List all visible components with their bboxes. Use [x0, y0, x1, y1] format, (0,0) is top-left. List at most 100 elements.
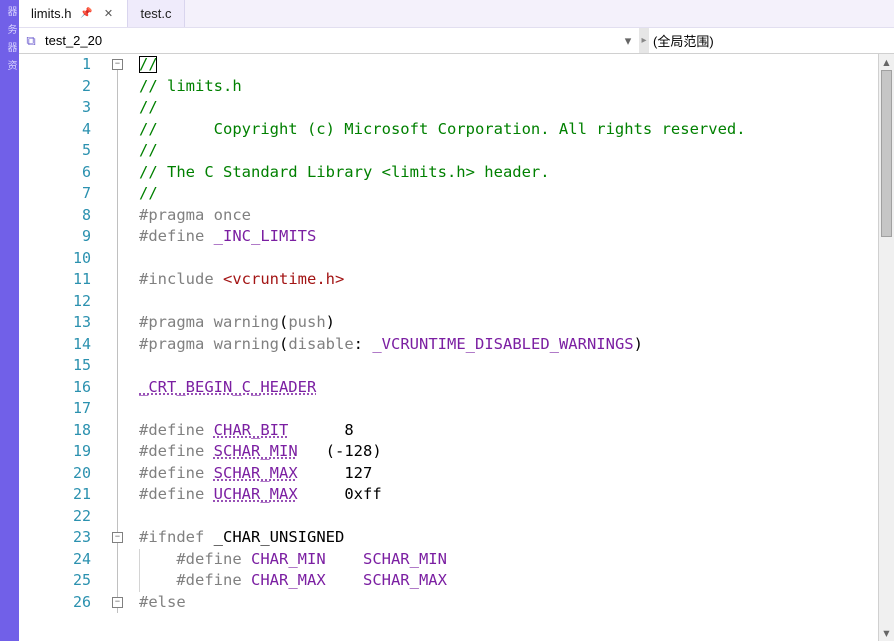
code-token: :	[354, 335, 373, 353]
line-number: 15	[19, 355, 91, 377]
scrollbar-track[interactable]	[879, 70, 894, 625]
nav-scope-left-wrap: ⧉ test_2_20 ▾	[19, 29, 639, 53]
code-token: CHAR_MIN	[251, 550, 326, 568]
vertical-scrollbar[interactable]: ▴ ▾	[878, 54, 894, 641]
code-line[interactable]: //	[139, 97, 878, 119]
line-number: 6	[19, 162, 91, 184]
rail-icon[interactable]: 器	[3, 4, 17, 18]
code-line[interactable]: #pragma warning(push)	[139, 312, 878, 334]
scrollbar-thumb[interactable]	[881, 70, 892, 237]
code-token: push	[288, 313, 325, 331]
code-token: // limits.h	[139, 77, 242, 95]
line-number: 4	[19, 119, 91, 141]
code-token	[204, 464, 213, 482]
text-cursor	[139, 56, 157, 73]
nav-separator[interactable]: ▸	[639, 28, 649, 53]
code-token: (-128)	[298, 442, 382, 460]
code-line[interactable]: #define CHAR_BIT 8	[139, 420, 878, 442]
code-token	[204, 335, 213, 353]
code-token: warning	[214, 313, 279, 331]
code-line[interactable]: //	[139, 183, 878, 205]
rail-icon[interactable]: 器	[3, 40, 17, 54]
line-number: 16	[19, 377, 91, 399]
fold-gutter: − − −	[109, 54, 139, 613]
code-token: )	[634, 335, 643, 353]
code-token: #else	[139, 593, 186, 611]
code-line[interactable]: // The C Standard Library <limits.h> hea…	[139, 162, 878, 184]
file-tab[interactable]: limits.h 📌 ✕	[19, 0, 128, 27]
code-token: UCHAR_MAX	[214, 485, 298, 503]
code-line[interactable]: // Copyright (c) Microsoft Corporation. …	[139, 119, 878, 141]
fold-toggle[interactable]: −	[112, 597, 123, 608]
code-table: 1234567891011121314151617181920212223242…	[19, 54, 878, 613]
scroll-down-icon[interactable]: ▾	[879, 625, 894, 641]
line-number: 22	[19, 506, 91, 528]
editor-body: 1234567891011121314151617181920212223242…	[19, 54, 878, 641]
tab-label: limits.h	[31, 6, 71, 21]
code-token: SCHAR_MAX	[214, 464, 298, 482]
rail-icon[interactable]: 资	[3, 58, 17, 72]
code-token	[214, 270, 223, 288]
code-line[interactable]	[139, 355, 878, 377]
code-token	[326, 550, 363, 568]
code-line[interactable]: #define _INC_LIMITS	[139, 226, 878, 248]
close-icon[interactable]: ✕	[101, 7, 115, 21]
code-line[interactable]	[139, 248, 878, 270]
code-token	[204, 485, 213, 503]
file-tab[interactable]: test.c	[128, 0, 184, 27]
app-root: 器 务 器 资 limits.h 📌 ✕ test.c ⧉ test_2_20 ▾ ▸…	[0, 0, 894, 641]
code-token: //	[139, 98, 158, 116]
pin-icon[interactable]: 📌	[79, 7, 93, 21]
code-line[interactable]: #pragma once	[139, 205, 878, 227]
nav-scope-right-label: (全局范围)	[653, 31, 714, 50]
code-token: _VCRUNTIME_DISABLED_WARNINGS	[372, 335, 633, 353]
code-token	[204, 227, 213, 245]
code-line[interactable]: //	[139, 54, 878, 76]
fold-toggle[interactable]: −	[112, 532, 123, 543]
line-number: 8	[19, 205, 91, 227]
indent-guide	[139, 549, 140, 592]
rail-icon[interactable]: 务	[3, 22, 17, 36]
code-line[interactable]: //	[139, 140, 878, 162]
code-line[interactable]	[139, 398, 878, 420]
code-token: disable	[288, 335, 353, 353]
line-number: 26	[19, 592, 91, 614]
code-token: _CRT_BEGIN_C_HEADER	[139, 378, 316, 396]
code-line[interactable]: // limits.h	[139, 76, 878, 98]
code-token	[204, 313, 213, 331]
line-number: 24	[19, 549, 91, 571]
code-line[interactable]	[139, 291, 878, 313]
code-line[interactable]: #define CHAR_MIN SCHAR_MIN	[139, 549, 878, 571]
code-token: CHAR_MAX	[251, 571, 326, 589]
type-icon: ⧉	[23, 33, 39, 49]
main-pane: limits.h 📌 ✕ test.c ⧉ test_2_20 ▾ ▸ (全局范围)	[19, 0, 894, 641]
code-token: //	[139, 141, 158, 159]
code-line[interactable]: #pragma warning(disable: _VCRUNTIME_DISA…	[139, 334, 878, 356]
line-number: 25	[19, 570, 91, 592]
code-line[interactable]: #else	[139, 592, 878, 614]
nav-scope-combo-right[interactable]: (全局范围)	[649, 29, 894, 53]
code-token: CHAR_BIT	[214, 421, 289, 439]
line-number: 3	[19, 97, 91, 119]
scroll-up-icon[interactable]: ▴	[879, 54, 894, 70]
nav-scope-combo-left[interactable]: ⧉ test_2_20 ▾	[19, 29, 639, 53]
code-line[interactable]: #define SCHAR_MAX 127	[139, 463, 878, 485]
code-line[interactable]: #define SCHAR_MIN (-128)	[139, 441, 878, 463]
code-line[interactable]: #ifndef _CHAR_UNSIGNED	[139, 527, 878, 549]
code-editor[interactable]: 1234567891011121314151617181920212223242…	[19, 54, 894, 641]
code-token: #include	[139, 270, 214, 288]
code-line[interactable]	[139, 506, 878, 528]
code-line[interactable]: _CRT_BEGIN_C_HEADER	[139, 377, 878, 399]
code-line[interactable]: #include <vcruntime.h>	[139, 269, 878, 291]
code-token: #define	[139, 571, 242, 589]
code-line[interactable]: #define UCHAR_MAX 0xff	[139, 484, 878, 506]
code-token: #pragma	[139, 335, 204, 353]
code-line[interactable]: #define CHAR_MAX SCHAR_MAX	[139, 570, 878, 592]
code-content[interactable]: //// limits.h//// Copyright (c) Microsof…	[139, 54, 878, 613]
code-token: #define	[139, 442, 204, 460]
code-token: _CHAR_UNSIGNED	[214, 528, 345, 546]
code-token: #define	[139, 464, 204, 482]
code-token: SCHAR_MIN	[363, 550, 447, 568]
fold-toggle[interactable]: −	[112, 59, 123, 70]
line-number: 2	[19, 76, 91, 98]
